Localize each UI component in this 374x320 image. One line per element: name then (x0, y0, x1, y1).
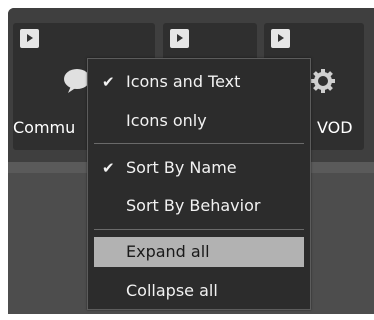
menu-item-label: Sort By Name (126, 158, 237, 177)
gear-icon (311, 69, 335, 93)
expand-arrow-icon[interactable] (271, 29, 290, 48)
menu-item-icons-and-text[interactable]: ✔ Icons and Text (94, 67, 304, 97)
expand-arrow-icon[interactable] (170, 29, 189, 48)
menu-item-sort-by-behavior[interactable]: Sort By Behavior (94, 191, 304, 221)
tile-label: VOD (317, 118, 353, 137)
menu-item-label: Icons only (126, 111, 207, 130)
menu-item-expand-all[interactable]: Expand all (94, 237, 304, 267)
expand-arrow-icon[interactable] (20, 29, 39, 48)
menu-item-collapse-all[interactable]: Collapse all (94, 276, 304, 306)
menu-separator (94, 229, 304, 230)
menu-item-label: Sort By Behavior (126, 196, 261, 215)
checkmark-icon: ✔ (102, 73, 115, 91)
tile-label: Commu (13, 118, 76, 137)
menu-item-label: Expand all (126, 242, 210, 261)
menu-separator (94, 143, 304, 144)
checkmark-icon: ✔ (102, 159, 115, 177)
menu-item-icons-only[interactable]: Icons only (94, 106, 304, 136)
menu-item-label: Icons and Text (126, 72, 241, 91)
menu-item-sort-by-name[interactable]: ✔ Sort By Name (94, 153, 304, 183)
menu-item-label: Collapse all (126, 281, 218, 300)
context-menu: ✔ Icons and Text Icons only ✔ Sort By Na… (87, 58, 311, 310)
